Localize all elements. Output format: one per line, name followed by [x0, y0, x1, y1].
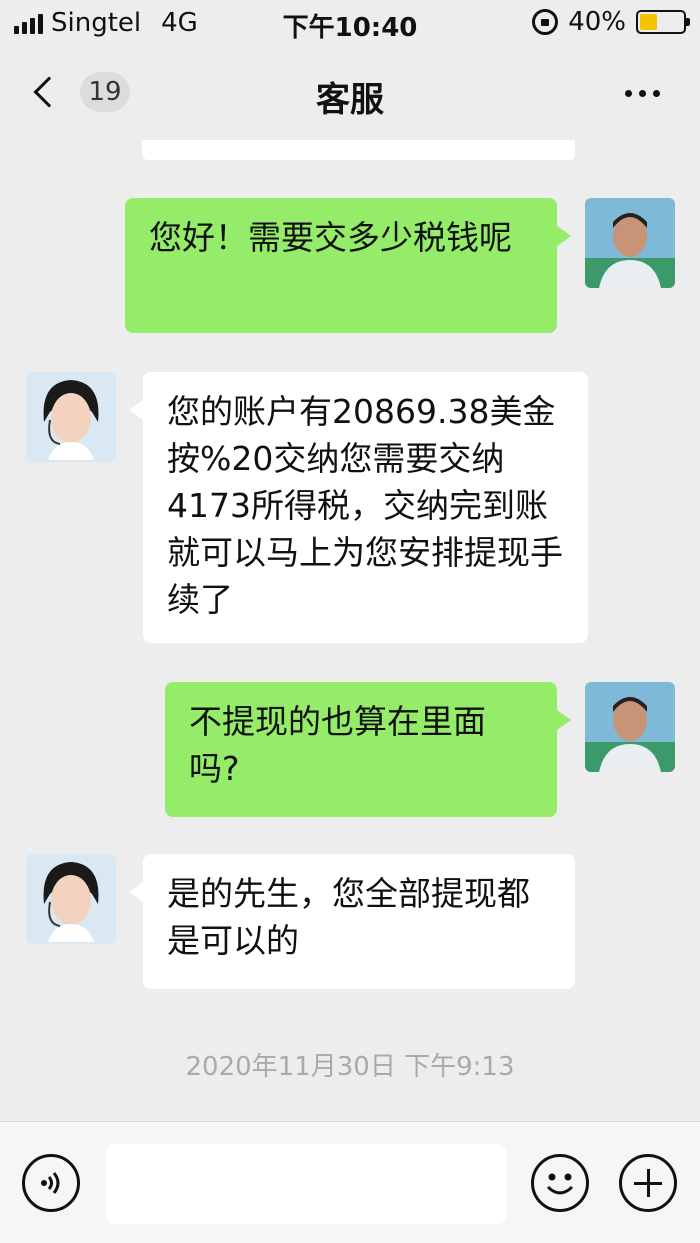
user-avatar[interactable] [585, 198, 675, 288]
more-icon[interactable] [625, 90, 660, 97]
lock-rotation-icon [532, 9, 559, 35]
message-input[interactable] [106, 1144, 506, 1224]
agent-avatar[interactable] [26, 854, 116, 944]
message-text: 您好！需要交多少税钱呢 [149, 218, 512, 257]
chat-area[interactable]: 您好！需要交多少税钱呢 您的账户有20869.38美金按%20交纳您需要交纳41… [0, 140, 700, 1121]
user-avatar[interactable] [585, 682, 675, 772]
battery-fill [640, 14, 657, 30]
input-bar [0, 1121, 700, 1243]
message-text: 您的账户有20869.38美金按%20交纳您需要交纳4173所得税，交纳完到账就… [167, 392, 563, 619]
message-bubble-incoming[interactable]: 您的账户有20869.38美金按%20交纳您需要交纳4173所得税，交纳完到账就… [129, 372, 588, 643]
message-text: 不提现的也算在里面吗? [189, 702, 486, 788]
emoji-icon[interactable] [531, 1154, 589, 1212]
message-timestamp: 2020年11月30日 下午9:13 [185, 1052, 515, 1082]
message-bubble-outgoing[interactable]: 不提现的也算在里面吗? [165, 682, 571, 817]
battery-percentage: 40% [568, 7, 626, 37]
plus-icon[interactable] [619, 1154, 677, 1212]
message-bubble-incoming[interactable]: 是的先生，您全部提现都是可以的 [129, 854, 575, 989]
message-text: 是的先生，您全部提现都是可以的 [167, 874, 530, 960]
nav-bar: 19 客服 [0, 46, 700, 140]
battery-icon [636, 10, 690, 34]
chat-title: 客服 [316, 80, 384, 120]
agent-avatar[interactable] [26, 372, 116, 462]
status-bar: Singtel 4G 下午10:40 40% [0, 0, 700, 46]
previous-message-bubble [142, 140, 575, 160]
status-right: 40% [532, 7, 690, 37]
message-bubble-outgoing[interactable]: 您好！需要交多少税钱呢 [125, 198, 571, 333]
voice-icon[interactable] [22, 1154, 80, 1212]
